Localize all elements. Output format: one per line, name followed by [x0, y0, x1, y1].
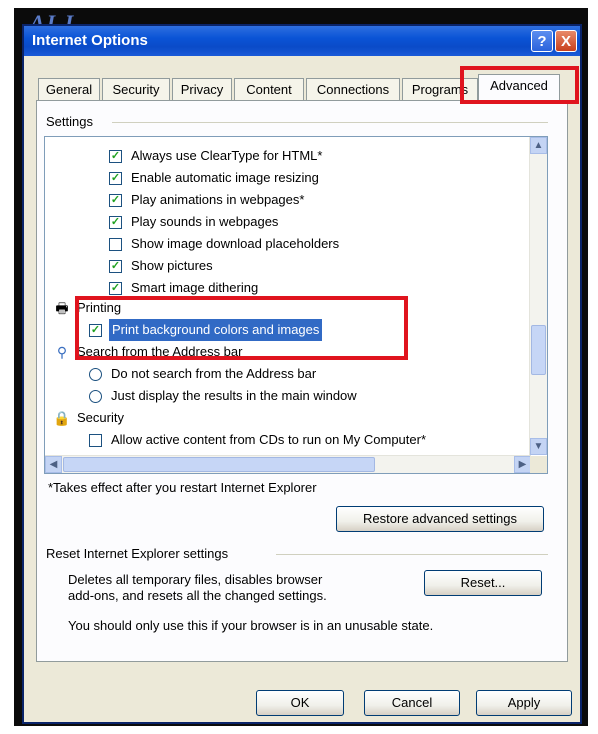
checkbox[interactable]	[89, 434, 102, 447]
title-bar[interactable]: Internet Options ? X	[24, 26, 580, 56]
reset-description-line1: Deletes all temporary files, disables br…	[68, 572, 323, 587]
window-title: Internet Options	[32, 32, 148, 49]
ok-button[interactable]: OK	[256, 690, 344, 716]
list-item-label: Enable automatic image resizing	[131, 170, 319, 185]
settings-group-divider	[112, 122, 548, 123]
tab-general[interactable]: General	[38, 78, 100, 100]
list-item[interactable]: Show image download placeholders	[45, 233, 525, 255]
checkbox[interactable]: ✓	[109, 172, 122, 185]
category-label: Security	[77, 410, 124, 425]
scrollbar-thumb[interactable]	[63, 457, 375, 472]
checkbox[interactable]: ✓	[109, 150, 122, 163]
reset-group-divider	[276, 554, 548, 555]
list-item-label: Do not search from the Address bar	[111, 366, 317, 381]
close-button[interactable]: X	[555, 30, 577, 52]
list-item[interactable]: Do not search from the Address bar	[45, 363, 525, 385]
list-item[interactable]: ✓ Enable automatic image resizing	[45, 167, 525, 189]
scroll-right-icon[interactable]: ▶	[514, 456, 531, 473]
scrollbar-corner	[530, 456, 547, 473]
radio-button[interactable]	[89, 390, 102, 403]
tab-security[interactable]: Security	[102, 78, 170, 100]
tab-privacy[interactable]: Privacy	[172, 78, 232, 100]
checkbox[interactable]	[109, 238, 122, 251]
vertical-scrollbar[interactable]: ▲ ▼	[529, 137, 547, 455]
lock-icon: 🔒	[53, 410, 71, 426]
apply-button[interactable]: Apply	[476, 690, 572, 716]
reset-warning: You should only use this if your browser…	[68, 618, 434, 633]
reset-group-label: Reset Internet Explorer settings	[46, 546, 229, 561]
scroll-down-icon[interactable]: ▼	[530, 438, 547, 455]
reset-description-line2: add-ons, and resets all the changed sett…	[68, 588, 327, 603]
annotation-highlight-advanced-tab	[460, 66, 579, 104]
horizontal-scrollbar[interactable]: ◀ ▶	[45, 455, 531, 473]
scroll-up-icon[interactable]: ▲	[530, 137, 547, 154]
checkbox[interactable]: ✓	[109, 216, 122, 229]
list-item-label: Play animations in webpages*	[131, 192, 305, 207]
tab-content[interactable]: Content	[234, 78, 304, 100]
restore-advanced-settings-button[interactable]: Restore advanced settings	[336, 506, 544, 532]
settings-group-label: Settings	[46, 114, 93, 129]
list-item[interactable]: ✓ Always use ClearType for HTML*	[45, 145, 525, 167]
radio-button[interactable]	[89, 368, 102, 381]
list-item[interactable]: ✓ Play sounds in webpages	[45, 211, 525, 233]
list-item[interactable]: Just display the results in the main win…	[45, 385, 525, 407]
internet-options-dialog: Internet Options ? X General Security Pr…	[22, 24, 582, 724]
printer-icon: 🖶	[55, 300, 69, 316]
checkbox[interactable]: ✓	[109, 194, 122, 207]
help-button[interactable]: ?	[531, 30, 553, 52]
checkbox[interactable]: ✓	[109, 282, 122, 295]
restart-footnote: *Takes effect after you restart Internet…	[48, 480, 317, 495]
checkbox[interactable]: ✓	[109, 260, 122, 273]
scroll-left-icon[interactable]: ◀	[45, 456, 62, 473]
cancel-button[interactable]: Cancel	[364, 690, 460, 716]
tab-connections[interactable]: Connections	[306, 78, 400, 100]
annotation-highlight-printing	[75, 296, 408, 360]
list-item-label: Always use ClearType for HTML*	[131, 148, 323, 163]
list-item[interactable]: ✓ Show pictures	[45, 255, 525, 277]
scrollbar-thumb[interactable]	[531, 325, 546, 375]
search-icon: ⚲	[56, 344, 68, 360]
category-security[interactable]: 🔒 Security	[45, 407, 525, 429]
list-item[interactable]: Allow active content from CDs to run on …	[45, 429, 531, 451]
list-item-label: Just display the results in the main win…	[111, 388, 357, 403]
list-item[interactable]: ✓ Play animations in webpages*	[45, 189, 525, 211]
reset-button[interactable]: Reset...	[424, 570, 542, 596]
list-item-label: Show image download placeholders	[131, 236, 340, 251]
list-item-label: Play sounds in webpages	[131, 214, 279, 229]
list-item-label: Show pictures	[131, 258, 213, 273]
list-item-label: Allow active content from CDs to run on …	[111, 432, 427, 447]
